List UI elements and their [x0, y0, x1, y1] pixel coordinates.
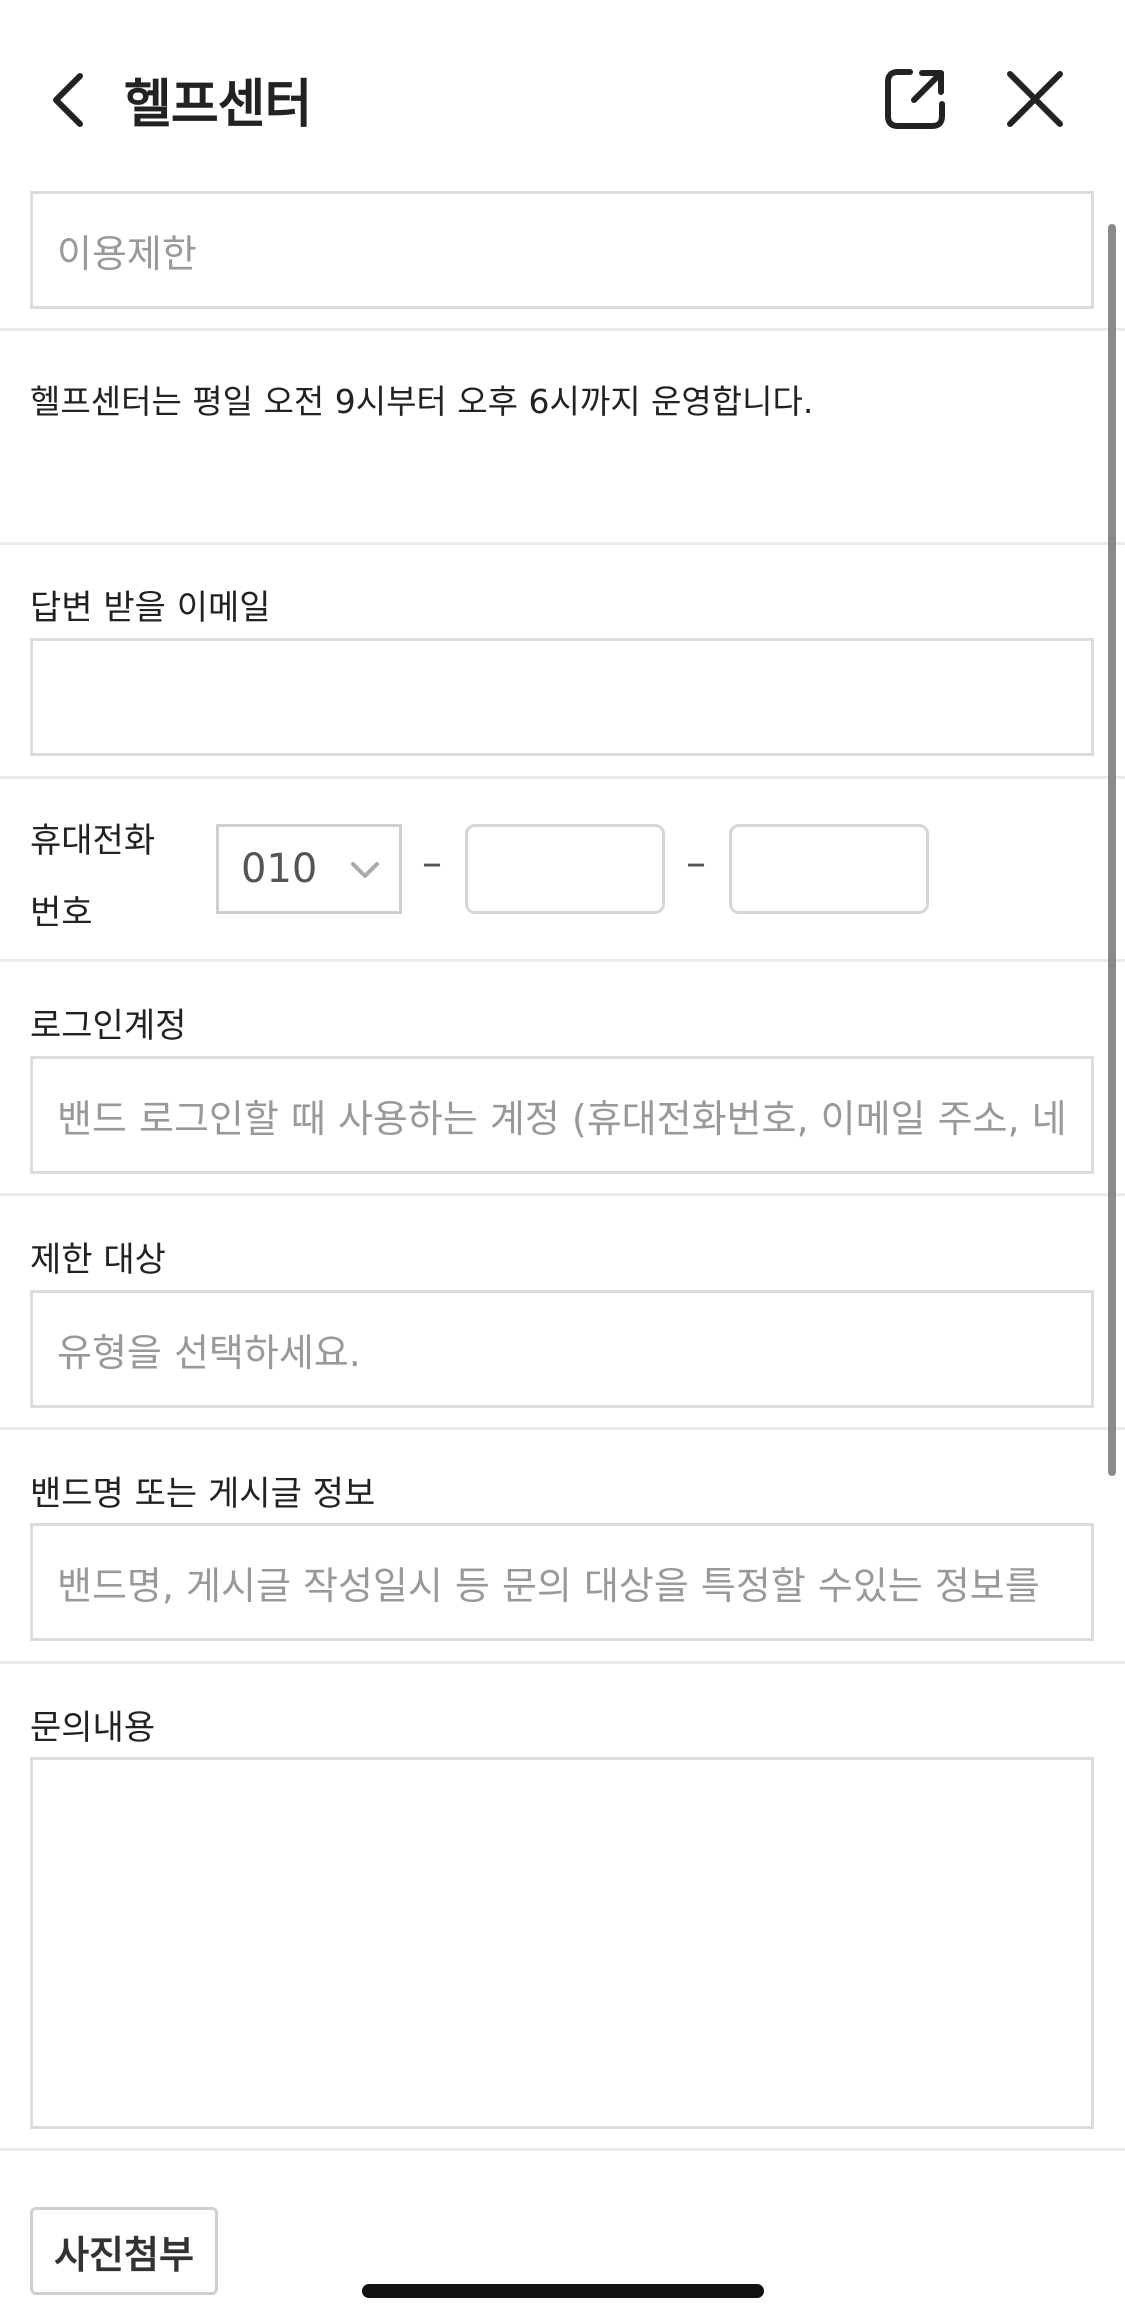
page-title: 헬프센터 [124, 75, 312, 135]
phone-prefix-select[interactable]: 010 [216, 824, 402, 914]
inquiry-label: 문의내용 [30, 1708, 156, 1748]
email-label: 답변 받을 이메일 [30, 588, 271, 628]
operating-hours-notice: 헬프센터는 평일 오전 9시부터 오후 6시까지 운영합니다. [30, 382, 814, 421]
home-indicator [362, 2284, 764, 2298]
band-info-label: 밴드명 또는 게시글 정보 [30, 1474, 376, 1514]
login-account-label: 로그인계정 [30, 1006, 187, 1046]
restriction-target-label: 제한 대상 [30, 1240, 166, 1280]
phone-middle-input[interactable] [465, 824, 665, 914]
divider [0, 1193, 1125, 1196]
divider [0, 2148, 1125, 2151]
divider [0, 542, 1125, 545]
chevron-down-icon [351, 862, 379, 878]
band-info-field[interactable]: 밴드명, 게시글 작성일시 등 문의 대상을 특정할 수있는 정보를 [30, 1523, 1094, 1641]
inquiry-textarea[interactable] [30, 1757, 1094, 2129]
phone-label-line1: 휴대전화 [30, 821, 156, 861]
phone-dash: – [686, 840, 706, 886]
divider [0, 1661, 1125, 1664]
phone-prefix-value: 010 [241, 846, 318, 892]
phone-label: 휴대전화 번호 [30, 805, 155, 949]
email-field[interactable] [30, 638, 1094, 756]
external-link-icon[interactable] [880, 64, 950, 134]
phone-dash: – [422, 840, 442, 886]
chevron-left-icon[interactable] [44, 70, 94, 130]
scrollbar[interactable] [1108, 224, 1116, 1476]
divider [0, 1427, 1125, 1430]
close-icon[interactable] [1000, 64, 1070, 134]
phone-label-line2: 번호 [30, 893, 93, 933]
header-bar: 헬프센터 [0, 0, 1125, 190]
divider [0, 959, 1125, 962]
divider [0, 776, 1125, 779]
category-field[interactable]: 이용제한 [30, 191, 1094, 309]
phone-last-input[interactable] [729, 824, 929, 914]
attach-photo-button[interactable]: 사진첨부 [30, 2207, 218, 2295]
divider [0, 328, 1125, 331]
restriction-target-select[interactable]: 유형을 선택하세요. [30, 1290, 1094, 1408]
login-account-field[interactable]: 밴드 로그인할 때 사용하는 계정 (휴대전화번호, 이메일 주소, 네 [30, 1056, 1094, 1174]
